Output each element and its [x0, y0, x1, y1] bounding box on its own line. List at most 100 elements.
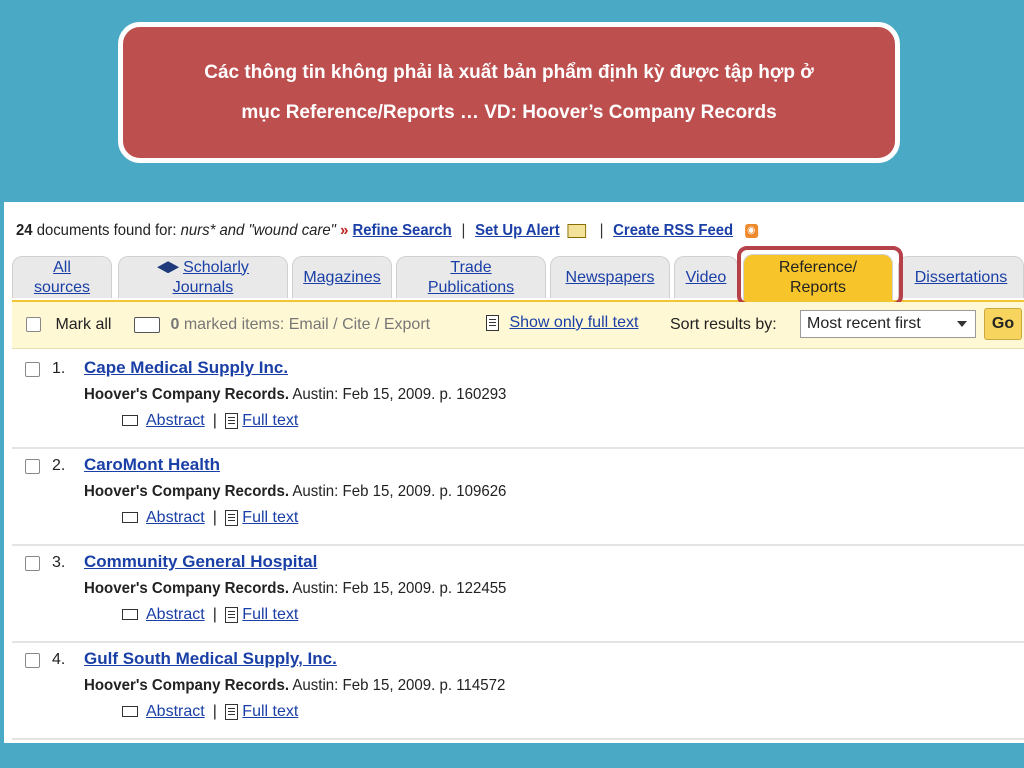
full-text-link[interactable]: Full text [242, 509, 298, 526]
abstract-icon [122, 512, 138, 524]
set-up-alert-link[interactable]: Set Up Alert [475, 222, 560, 239]
folder-icon [134, 316, 160, 333]
sort-select[interactable]: Most recent first [800, 310, 976, 338]
marked-items-text[interactable]: marked items: Email / Cite / Export [184, 316, 430, 333]
separator: | [599, 222, 604, 239]
abstract-link[interactable]: Abstract [146, 509, 205, 526]
search-query: nurs* and "wound care" [180, 222, 336, 239]
callout-line-1: Các thông tin không phải là xuất bản phẩ… [204, 61, 814, 83]
result-checkbox[interactable] [25, 459, 40, 474]
abstract-icon [122, 706, 138, 718]
full-text-link[interactable]: Full text [242, 412, 298, 429]
result-links: Abstract | Full text [122, 606, 298, 624]
tab-dissertations[interactable]: Dissertations [898, 256, 1024, 298]
chevron-down-icon [957, 321, 967, 327]
callout-banner: Các thông tin không phải là xuất bản phẩ… [118, 22, 900, 163]
result-title-link[interactable]: Gulf South Medical Supply, Inc. [84, 649, 337, 669]
publication-name: Hoover's Company Records. [84, 677, 290, 694]
result-number: 2. [52, 457, 66, 474]
result-title-link[interactable]: CaroMont Health [84, 455, 220, 475]
result-item: 1. Cape Medical Supply Inc. Hoover's Com… [12, 352, 1024, 449]
result-item: 4. Gulf South Medical Supply, Inc. Hoove… [12, 643, 1024, 740]
result-links: Abstract | Full text [122, 703, 298, 721]
tab-scholarly-journals[interactable]: Scholarly Journals [118, 256, 288, 298]
reference-tab-highlight [737, 246, 903, 306]
tab-all-sources[interactable]: All sources [12, 256, 112, 298]
sort-select-value: Most recent first [807, 315, 921, 332]
result-links: Abstract | Full text [122, 509, 298, 527]
tab-label-line2: Publications [427, 278, 515, 296]
go-button[interactable]: Go [984, 308, 1022, 340]
result-item: 3. Community General Hospital Hoover's C… [12, 546, 1024, 643]
tab-newspapers[interactable]: Newspapers [550, 256, 670, 298]
document-icon [486, 314, 499, 331]
publication-name: Hoover's Company Records. [84, 483, 290, 500]
separator: | [461, 222, 466, 239]
tab-label-line2: sources [33, 278, 91, 296]
publication-details: Austin: Feb 15, 2009. p. 109626 [292, 483, 507, 500]
abstract-link[interactable]: Abstract [146, 606, 205, 623]
publication-details: Austin: Feb 15, 2009. p. 122455 [292, 580, 507, 597]
create-rss-feed-link[interactable]: Create RSS Feed [613, 222, 733, 239]
result-title-link[interactable]: Cape Medical Supply Inc. [84, 358, 288, 378]
mark-all-label[interactable]: Mark all [55, 316, 111, 333]
result-number: 1. [52, 360, 66, 377]
tab-label: Magazines [303, 268, 381, 286]
rss-icon[interactable]: ◉ [744, 223, 758, 238]
separator: | [212, 703, 217, 720]
abstract-icon [122, 415, 138, 427]
result-count: 24 [16, 222, 33, 239]
arrows-icon: » [340, 222, 349, 239]
tab-label-line2: Journals [172, 278, 234, 296]
full-text-link[interactable]: Full text [242, 703, 298, 720]
publication-details: Austin: Feb 15, 2009. p. 160293 [292, 386, 507, 403]
mark-all-checkbox[interactable] [26, 317, 41, 333]
full-text-icon [224, 412, 238, 429]
tab-label: Newspapers [565, 268, 655, 286]
tab-magazines[interactable]: Magazines [292, 256, 392, 298]
result-checkbox[interactable] [25, 653, 40, 668]
graduation-cap-icon [157, 261, 180, 274]
tab-label-line1: All [53, 258, 71, 276]
tab-label-line1: Scholarly [183, 258, 249, 276]
refine-search-link[interactable]: Refine Search [353, 222, 452, 239]
publication-name: Hoover's Company Records. [84, 580, 290, 597]
search-results-panel: 24 documents found for: nurs* and "wound… [4, 202, 1024, 743]
tab-label: Dissertations [914, 268, 1008, 286]
result-checkbox[interactable] [25, 362, 40, 377]
result-item: 2. CaroMont Health Hoover's Company Reco… [12, 449, 1024, 546]
result-source: Hoover's Company Records. Austin: Feb 15… [84, 483, 506, 501]
results-toolbar: Mark all 0 marked items: Email / Cite / … [12, 302, 1024, 349]
show-full-text-link[interactable]: Show only full text [509, 314, 638, 331]
tab-label: Video [685, 268, 727, 286]
tab-video[interactable]: Video [674, 256, 738, 298]
result-title-link[interactable]: Community General Hospital [84, 552, 317, 572]
abstract-link[interactable]: Abstract [146, 703, 205, 720]
envelope-icon[interactable] [567, 223, 587, 238]
results-summary: 24 documents found for: nurs* and "wound… [16, 222, 758, 240]
separator: | [212, 606, 217, 623]
full-text-icon [224, 703, 238, 720]
result-source: Hoover's Company Records. Austin: Feb 15… [84, 580, 506, 598]
marked-count: 0 [170, 316, 180, 333]
abstract-link[interactable]: Abstract [146, 412, 205, 429]
result-number: 4. [52, 651, 66, 668]
result-source: Hoover's Company Records. Austin: Feb 15… [84, 386, 506, 404]
result-checkbox[interactable] [25, 556, 40, 571]
callout-line-2: mục Reference/Reports … VD: Hoover’s Com… [241, 101, 777, 123]
tab-label-line1: Trade [450, 258, 492, 276]
result-links: Abstract | Full text [122, 412, 298, 430]
result-number: 3. [52, 554, 66, 571]
tab-trade-publications[interactable]: Trade Publications [396, 256, 546, 298]
separator: | [212, 412, 217, 429]
found-text: documents found for: [36, 222, 177, 239]
publication-details: Austin: Feb 15, 2009. p. 114572 [292, 677, 506, 694]
result-source: Hoover's Company Records. Austin: Feb 15… [84, 677, 505, 695]
separator: | [212, 509, 217, 526]
abstract-icon [122, 609, 138, 621]
publication-name: Hoover's Company Records. [84, 386, 290, 403]
full-text-icon [224, 606, 238, 623]
sort-label: Sort results by: [670, 316, 777, 333]
full-text-link[interactable]: Full text [242, 606, 298, 623]
full-text-icon [224, 509, 238, 526]
